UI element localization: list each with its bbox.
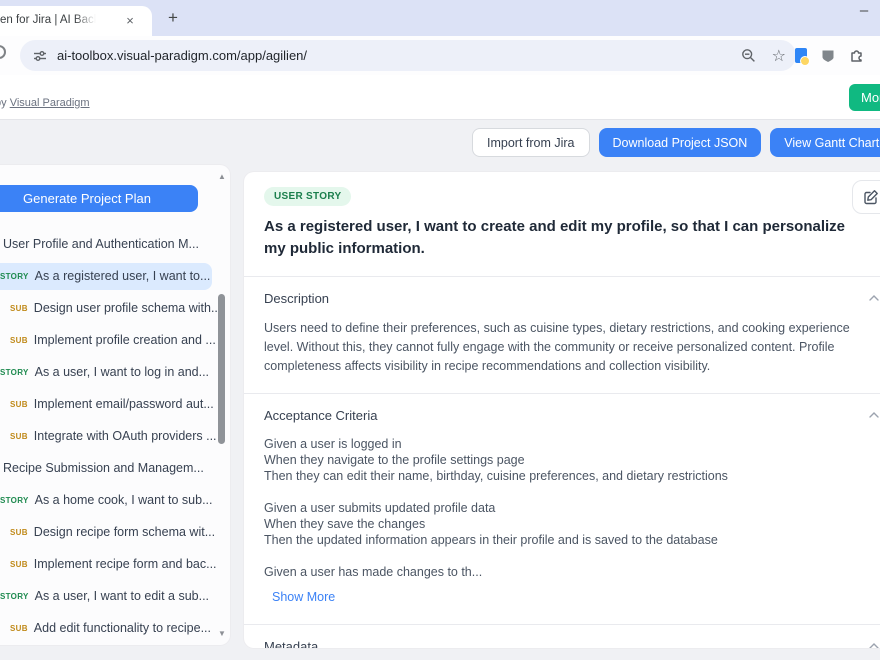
sub-badge: SUB (10, 336, 28, 345)
view-gantt-chart-button[interactable]: View Gantt Chart (770, 128, 880, 157)
generate-project-plan-button[interactable]: Generate Project Plan (0, 185, 198, 212)
chevron-up-icon[interactable] (868, 642, 880, 648)
item-label: Recipe Submission and Managem... (3, 461, 204, 475)
acceptance-lines: Given a user is logged in When they navi… (264, 436, 880, 580)
app-header: by Visual Paradigm Mor (0, 75, 880, 120)
card-header: USER STORY As a registered user, I want … (244, 172, 880, 276)
story-badge: STORY (0, 592, 29, 601)
visual-paradigm-link[interactable]: Visual Paradigm (10, 97, 90, 109)
item-label: Design recipe form schema wit... (34, 525, 215, 539)
metadata-section: Metadata Priority High Estimate 5 (244, 624, 880, 648)
tab-close-icon[interactable]: × (122, 13, 138, 29)
scroll-up-icon[interactable]: ▲ (217, 172, 227, 181)
acceptance-heading: Acceptance Criteria (264, 408, 377, 423)
sub-badge: SUB (10, 560, 28, 569)
sub-badge: SUB (10, 528, 28, 537)
edit-pencil-icon (863, 189, 879, 205)
byline: by Visual Paradigm (0, 97, 90, 109)
chevron-up-icon[interactable] (868, 411, 880, 419)
backlog-tree: User Profile and Authentication M... STO… (0, 228, 230, 644)
item-label: As a user, I want to edit a sub... (35, 589, 209, 603)
sidebar-item-sub[interactable]: SUBIntegrate with OAuth providers ... (0, 420, 212, 452)
item-label: Implement email/password aut... (34, 397, 214, 411)
acceptance-line (264, 548, 880, 564)
sidebar-item-story[interactable]: STORY As a user, I want to edit a sub... (0, 580, 212, 612)
site-settings-icon[interactable] (33, 49, 47, 63)
sub-badge: SUB (10, 432, 28, 441)
item-label: As a home cook, I want to sub... (35, 493, 213, 507)
acceptance-line: Given a user has made changes to th... (264, 564, 880, 580)
user-story-badge: USER STORY (264, 187, 351, 206)
byline-prefix: by (0, 97, 10, 109)
item-label: Add edit functionality to recipe... (34, 621, 211, 635)
description-section: Description Users need to define their p… (244, 276, 880, 393)
sidebar-item-sub[interactable]: SUB Implement email/password aut... (0, 388, 212, 420)
sidebar-item-sub[interactable]: SUBDesign user profile schema with... (0, 292, 212, 324)
sidebar-item-epic[interactable]: Recipe Submission and Managem... (0, 452, 212, 484)
item-label: As a user, I want to log in and... (35, 365, 209, 379)
docs-extension-icon[interactable] (795, 48, 807, 63)
shield-extension-icon[interactable] (821, 48, 835, 63)
story-badge: STORY (0, 272, 29, 281)
sidebar-scrollbar[interactable]: ▲ ▼ (217, 169, 227, 641)
url-text[interactable]: ai-toolbox.visual-paradigm.com/app/agili… (57, 48, 307, 63)
partial-toolbar-icon (0, 45, 6, 59)
show-more-link[interactable]: Show More (272, 586, 335, 608)
address-bar[interactable]: ai-toolbox.visual-paradigm.com/app/agili… (20, 40, 796, 71)
browser-toolbar: ai-toolbox.visual-paradigm.com/app/agili… (0, 36, 880, 75)
acceptance-line: Then they can edit their name, birthday,… (264, 468, 880, 484)
acceptance-line: When they navigate to the profile settin… (264, 452, 880, 468)
acceptance-line: Given a user is logged in (264, 436, 880, 452)
story-detail-card: USER STORY As a registered user, I want … (244, 172, 880, 648)
acceptance-criteria-section: Acceptance Criteria Given a user is logg… (244, 393, 880, 624)
item-label: Implement recipe form and bac... (34, 557, 217, 571)
backlog-sidebar: Generate Project Plan User Profile and A… (0, 165, 230, 645)
sidebar-item-sub[interactable]: SUBImplement profile creation and ... (0, 324, 212, 356)
item-label: As a registered user, I want to... (35, 269, 211, 283)
extensions-puzzle-icon[interactable] (849, 48, 864, 63)
edit-button[interactable] (852, 180, 880, 214)
acceptance-line (264, 484, 880, 500)
new-tab-button[interactable]: + (163, 8, 183, 28)
action-toolbar: Import from Jira Download Project JSON V… (472, 128, 880, 157)
acceptance-line: Then the updated information appears in … (264, 532, 880, 548)
item-label: Implement profile creation and ... (34, 333, 216, 347)
import-from-jira-button[interactable]: Import from Jira (472, 128, 590, 157)
item-label: User Profile and Authentication M... (3, 237, 199, 251)
story-title: As a registered user, I want to create a… (264, 216, 854, 260)
item-label: Design user profile schema with... (34, 301, 222, 315)
description-heading: Description (264, 291, 329, 306)
download-project-json-button[interactable]: Download Project JSON (599, 128, 762, 157)
story-badge: STORY (0, 496, 29, 505)
sidebar-item-sub[interactable]: SUBImplement recipe form and bac... (0, 548, 212, 580)
description-body: Users need to define their preferences, … (264, 319, 876, 377)
sidebar-item-story[interactable]: STORY As a home cook, I want to sub... (0, 484, 212, 516)
sidebar-item-epic[interactable]: User Profile and Authentication M... (0, 228, 212, 260)
item-label: Integrate with OAuth providers ... (34, 429, 217, 443)
acceptance-line: Given a user submits updated profile dat… (264, 500, 880, 516)
chevron-up-icon[interactable] (868, 294, 880, 302)
sub-badge: SUB (10, 400, 28, 409)
bookmark-star-icon[interactable]: ☆ (772, 46, 786, 66)
acceptance-line: When they save the changes (264, 516, 880, 532)
browser-tabstrip: en for Jira | AI Backlog Struc × + – (0, 0, 880, 36)
metadata-heading: Metadata (264, 639, 318, 648)
zoom-out-icon[interactable] (741, 48, 756, 63)
sidebar-item-sub[interactable]: SUB Design recipe form schema wit... (0, 516, 212, 548)
scroll-down-icon[interactable]: ▼ (217, 629, 227, 638)
story-badge: STORY (0, 368, 29, 377)
sub-badge: SUB (10, 304, 28, 313)
sub-badge: SUB (10, 624, 28, 633)
more-tools-button[interactable]: Mor (849, 84, 880, 111)
tab-title: en for Jira | AI Backlog Struc (0, 14, 96, 26)
browser-tab[interactable]: en for Jira | AI Backlog Struc × (0, 6, 152, 36)
sidebar-item-sub[interactable]: SUB Add edit functionality to recipe... (0, 612, 212, 644)
window-minimize-button[interactable]: – (856, 4, 872, 20)
sidebar-item-story-selected[interactable]: STORY As a registered user, I want to... (0, 263, 212, 290)
scrollbar-thumb[interactable] (218, 294, 225, 444)
sidebar-item-story[interactable]: STORY As a user, I want to log in and... (0, 356, 212, 388)
